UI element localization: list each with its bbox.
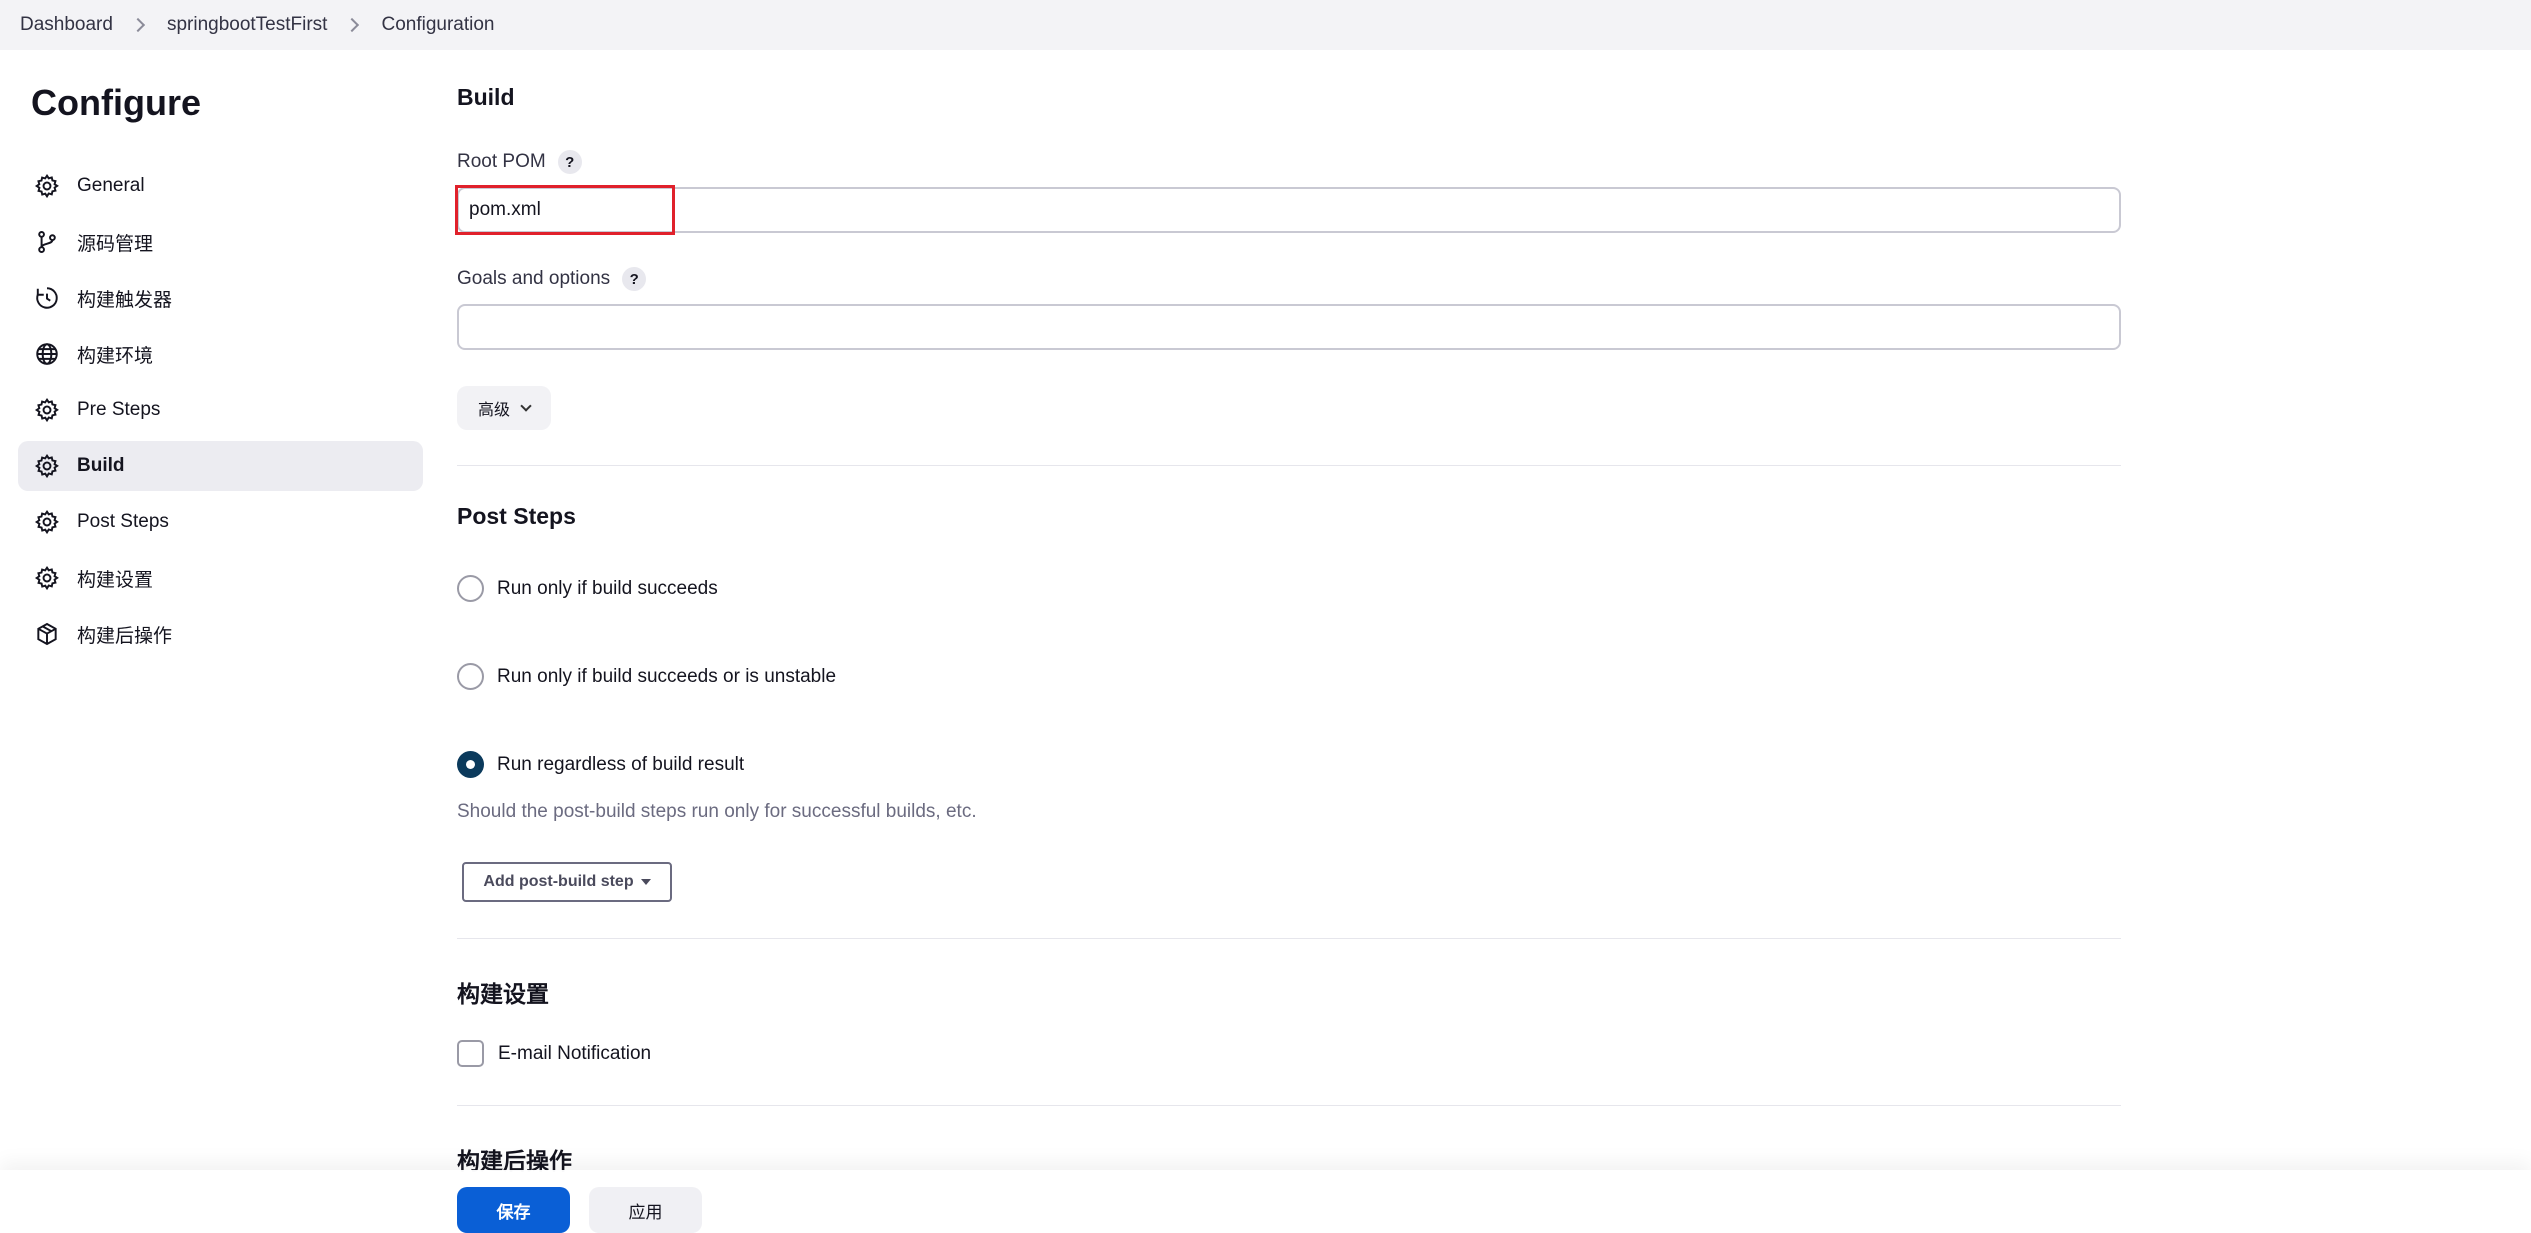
email-notification-option[interactable]: E-mail Notification xyxy=(457,1040,651,1067)
sidebar-item-label: 源码管理 xyxy=(77,233,154,255)
radio-run-if-succeeds-or-unstable[interactable]: Run only if build succeeds or is unstabl… xyxy=(457,663,836,690)
globe-icon xyxy=(34,341,60,367)
sidebar-item-label: General xyxy=(77,175,145,196)
bottom-action-bar: 保存 应用 xyxy=(0,1170,2531,1233)
sidebar-item-label: 构建触发器 xyxy=(77,289,173,311)
gear-icon xyxy=(34,397,60,423)
sidebar-item-pre-steps[interactable]: Pre Steps xyxy=(18,385,423,435)
breadcrumb-project[interactable]: springbootTestFirst xyxy=(167,14,328,36)
email-notification-checkbox[interactable] xyxy=(457,1040,484,1067)
goals-input[interactable] xyxy=(457,304,2121,350)
email-notification-label: E-mail Notification xyxy=(498,1042,652,1064)
goals-label: Goals and options ? xyxy=(457,267,647,291)
radio-button[interactable] xyxy=(457,575,484,602)
advanced-button[interactable]: 高级 xyxy=(457,386,551,430)
radio-label: Run regardless of build result xyxy=(497,753,745,775)
radio-button-checked[interactable] xyxy=(457,751,484,778)
goals-label-text: Goals and options xyxy=(457,268,611,289)
radio-label: Run only if build succeeds xyxy=(497,577,718,599)
divider xyxy=(457,938,2121,939)
breadcrumb-dashboard[interactable]: Dashboard xyxy=(20,14,113,36)
sidebar-item-label: 构建环境 xyxy=(77,345,154,367)
divider xyxy=(457,1105,2121,1106)
radio-run-regardless[interactable]: Run regardless of build result xyxy=(457,751,744,778)
sidebar-item-build[interactable]: Build xyxy=(18,441,423,491)
gear-icon xyxy=(34,565,60,591)
help-icon[interactable]: ? xyxy=(622,267,647,291)
radio-button[interactable] xyxy=(457,663,484,690)
breadcrumb-configuration[interactable]: Configuration xyxy=(381,14,494,36)
sidebar-item-label: Pre Steps xyxy=(77,399,161,420)
section-title-build: Build xyxy=(457,84,515,110)
sidebar-item-label: 构建后操作 xyxy=(77,625,173,647)
sidebar-item-label: Build xyxy=(77,455,125,476)
root-pom-label-text: Root POM xyxy=(457,151,546,172)
sidebar-item-build-settings[interactable]: 构建设置 xyxy=(18,553,423,603)
chevron-right-icon xyxy=(345,17,360,33)
cube-icon xyxy=(34,621,60,647)
section-title-post-steps: Post Steps xyxy=(457,503,576,529)
git-branch-icon xyxy=(34,229,60,255)
post-steps-helper-text: Should the post-build steps run only for… xyxy=(457,801,977,822)
radio-label: Run only if build succeeds or is unstabl… xyxy=(497,665,837,687)
chevron-right-icon xyxy=(130,17,146,33)
add-post-build-step-label: Add post-build step xyxy=(483,873,634,890)
clock-icon xyxy=(34,285,60,311)
sidebar-item-post-steps[interactable]: Post Steps xyxy=(18,497,423,547)
add-post-build-step-button[interactable]: Add post-build step xyxy=(462,862,672,902)
sidebar-item-general[interactable]: General xyxy=(18,161,423,211)
gear-icon xyxy=(34,453,60,479)
breadcrumb: Dashboard springbootTestFirst Configurat… xyxy=(0,0,2531,50)
gear-icon xyxy=(34,173,60,199)
sidebar-item-post-build-actions[interactable]: 构建后操作 xyxy=(18,609,423,659)
caret-down-icon xyxy=(640,879,651,885)
section-title-build-settings: 构建设置 xyxy=(457,981,549,1007)
apply-button[interactable]: 应用 xyxy=(589,1187,702,1233)
gear-icon xyxy=(34,509,60,535)
help-icon[interactable]: ? xyxy=(557,150,582,174)
divider xyxy=(457,465,2121,466)
sidebar: General 源码管理 构建触发器 构建环境 Pre Steps Build xyxy=(18,161,423,665)
sidebar-item-build-triggers[interactable]: 构建触发器 xyxy=(18,273,423,323)
page-title: Configure xyxy=(31,82,201,123)
root-pom-input[interactable] xyxy=(457,187,2121,233)
sidebar-item-source-control[interactable]: 源码管理 xyxy=(18,217,423,267)
root-pom-label: Root POM ? xyxy=(457,150,582,174)
sidebar-item-build-environment[interactable]: 构建环境 xyxy=(18,329,423,379)
sidebar-item-label: 构建设置 xyxy=(77,569,154,591)
save-button[interactable]: 保存 xyxy=(457,1187,570,1233)
advanced-label: 高级 xyxy=(477,402,510,419)
sidebar-item-label: Post Steps xyxy=(77,511,169,532)
chevron-down-icon xyxy=(520,399,532,412)
radio-run-if-succeeds[interactable]: Run only if build succeeds xyxy=(457,575,718,602)
